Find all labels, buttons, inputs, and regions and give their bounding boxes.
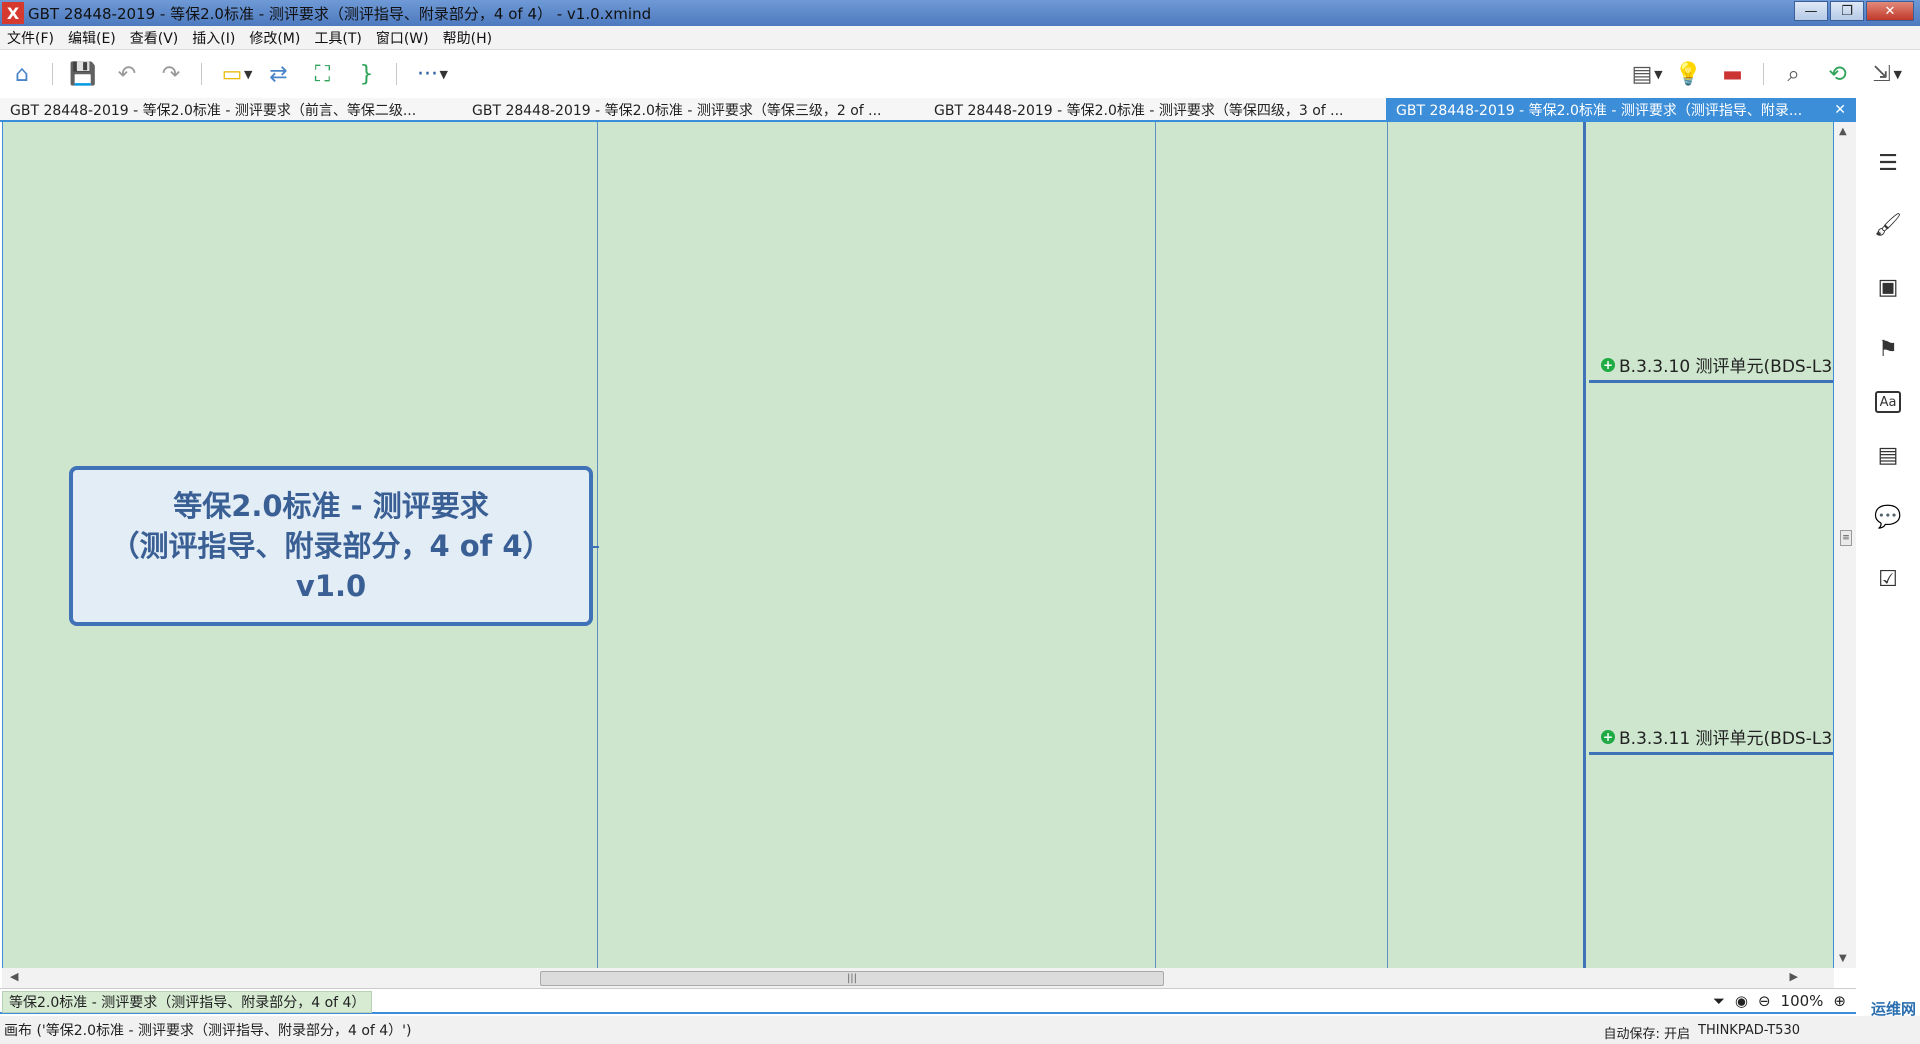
toolbar: ⌂ 💾 ↶ ↷ ▭ ▼ ⇄ ⛶ } ··· ▼ ▤ ▼ 💡 ▬ ⌕ ⟲ ⇲ ▼ (0, 50, 1920, 98)
maximize-button[interactable]: ❐ (1830, 1, 1864, 21)
subtopic-b3311[interactable]: + B.3.3.11 测评单元(BDS-L3-1 (1601, 724, 1834, 749)
idea-icon[interactable]: 💡 (1667, 54, 1711, 94)
menu-window[interactable]: 窗口(W) (369, 28, 436, 48)
share-icon[interactable]: ⟲ (1816, 54, 1860, 94)
eye-icon[interactable]: ◉ (1735, 992, 1748, 1010)
zoom-out-icon[interactable]: ⊖ (1758, 992, 1771, 1010)
toolbar-separator (396, 63, 398, 85)
notes-icon[interactable]: ▤ (1868, 435, 1908, 475)
window-title: GBT 28448-2019 - 等保2.0标准 - 测评要求（测评指导、附录部… (28, 4, 652, 23)
task-icon[interactable]: ☑ (1868, 559, 1908, 599)
tab-label: GBT 28448-2019 - 等保2.0标准 - 测评要求（前言、等保二级.… (10, 103, 417, 119)
menu-insert[interactable]: 插入(I) (185, 28, 242, 48)
menu-view[interactable]: 查看(V) (123, 28, 186, 48)
toolbar-separator (201, 63, 202, 85)
style-icon[interactable]: Aa (1875, 391, 1901, 413)
menu-help[interactable]: 帮助(H) (436, 28, 499, 48)
chevron-down-icon[interactable]: ▼ (1654, 68, 1662, 81)
scroll-down-icon[interactable]: ▼ (1839, 953, 1847, 964)
chevron-down-icon[interactable]: ▼ (439, 68, 447, 81)
save-icon[interactable]: 💾 (61, 54, 105, 94)
home-icon[interactable]: ⌂ (0, 54, 44, 94)
root-topic[interactable]: 等保2.0标准 - 测评要求 （测评指导、附录部分，4 of 4） v1.0 (69, 466, 593, 626)
vertical-scrollbar[interactable]: ▲ ≡ ▼ (1834, 122, 1856, 968)
menu-file[interactable]: 文件(F) (0, 28, 61, 48)
window-controls: — ❐ ✕ (1794, 1, 1914, 21)
boundary-line (1387, 122, 1388, 968)
close-button[interactable]: ✕ (1866, 1, 1914, 21)
sheet-tab[interactable]: 等保2.0标准 - 测评要求（测评指导、附录部分，4 of 4） (2, 991, 373, 1013)
document-tabs: GBT 28448-2019 - 等保2.0标准 - 测评要求（前言、等保二级.… (0, 98, 1856, 122)
relationship-icon[interactable]: ⇄ (256, 54, 300, 94)
expand-icon[interactable]: + (1601, 729, 1615, 744)
scroll-thumb[interactable]: ||| (540, 971, 1164, 986)
root-topic-line: v1.0 (295, 569, 367, 603)
marker-icon[interactable]: ⚑ (1868, 329, 1908, 369)
subtopic-b3310[interactable]: + B.3.3.10 测评单元(BDS-L3-1 (1601, 352, 1834, 377)
format-icon[interactable]: 🖌 (1868, 205, 1908, 245)
menu-bar: 文件(F) 编辑(E) 查看(V) 插入(I) 修改(M) 工具(T) 窗口(W… (0, 26, 1920, 50)
scroll-right-icon[interactable]: ▶ (1790, 970, 1798, 983)
filter-icon[interactable]: ⏷ (1713, 992, 1725, 1010)
branch-connector (1583, 122, 1586, 968)
machine-name: THINKPAD-T530 (1698, 1023, 1800, 1038)
image-icon[interactable]: ▣ (1868, 267, 1908, 307)
summary-icon[interactable]: } (344, 54, 388, 94)
boundary-line (597, 122, 598, 968)
menu-tools[interactable]: 工具(T) (307, 28, 368, 48)
root-topic-line: 等保2.0标准 - 测评要求 (173, 489, 489, 523)
tab-label: GBT 28448-2019 - 等保2.0标准 - 测评要求（等保四级，3 o… (934, 103, 1344, 119)
undo-icon[interactable]: ↶ (105, 54, 149, 94)
menu-edit[interactable]: 编辑(E) (61, 28, 123, 48)
root-connector (593, 546, 599, 548)
subtopic-label: B.3.3.11 测评单元(BDS-L3-1 (1619, 729, 1834, 749)
sheet-bar: 等保2.0标准 - 测评要求（测评指导、附录部分，4 of 4） ⏷ ◉ ⊖ 1… (0, 988, 1856, 1014)
right-sidebar: ☰ 🖌 ▣ ⚑ Aa ▤ 💬 ☑ (1856, 122, 1920, 988)
mindmap-canvas[interactable]: 等保2.0标准 - 测评要求 （测评指导、附录部分，4 of 4） v1.0 +… (2, 122, 1834, 968)
toolbar-right-group: ▤ ▼ 💡 ▬ ⌕ ⟲ ⇲ ▼ (1620, 54, 1906, 94)
chevron-down-icon[interactable]: ▼ (1894, 68, 1902, 81)
comments-icon[interactable]: 💬 (1868, 497, 1908, 537)
zoom-level: 100% (1780, 992, 1824, 1010)
gantt-icon[interactable]: ▬ (1711, 54, 1755, 94)
toolbar-separator (52, 63, 53, 85)
subtopic-label: B.3.3.10 测评单元(BDS-L3-1 (1619, 357, 1834, 377)
title-bar: X GBT 28448-2019 - 等保2.0标准 - 测评要求（测评指导、附… (0, 0, 1920, 26)
status-bar: 画布 ('等保2.0标准 - 测评要求（测评指导、附录部分，4 of 4）') … (0, 1016, 1920, 1044)
horizontal-scrollbar[interactable]: ◀ ||| ▶ (2, 968, 1834, 988)
scroll-thumb[interactable]: ≡ (1840, 530, 1852, 546)
scroll-up-icon[interactable]: ▲ (1839, 126, 1847, 137)
autosave-status: 自动保存: 开启 (1603, 1027, 1691, 1042)
tab-document-4[interactable]: GBT 28448-2019 - 等保2.0标准 - 测评要求（测评指导、附录.… (1386, 98, 1856, 122)
tab-document-3[interactable]: GBT 28448-2019 - 等保2.0标准 - 测评要求（等保四级，3 o… (924, 98, 1386, 122)
close-tab-icon[interactable]: ✕ (1834, 102, 1846, 118)
subtopic-underline (1589, 752, 1833, 755)
tab-label: GBT 28448-2019 - 等保2.0标准 - 测评要求（等保三级，2 o… (472, 103, 882, 119)
scroll-left-icon[interactable]: ◀ (10, 970, 18, 983)
menu-modify[interactable]: 修改(M) (242, 28, 307, 48)
boundary-line (1155, 122, 1156, 968)
sheet-tools: ⏷ ◉ ⊖ 100% ⊕ (1713, 992, 1846, 1010)
toolbar-separator (1762, 63, 1764, 85)
tab-document-1[interactable]: GBT 28448-2019 - 等保2.0标准 - 测评要求（前言、等保二级.… (0, 98, 462, 122)
outline-icon[interactable]: ☰ (1868, 143, 1908, 183)
status-text: 画布 ('等保2.0标准 - 测评要求（测评指导、附录部分，4 of 4）') (4, 1023, 412, 1039)
root-topic-line: （测评指导、附录部分，4 of 4） (110, 529, 552, 563)
tab-label: GBT 28448-2019 - 等保2.0标准 - 测评要求（测评指导、附录.… (1396, 103, 1803, 119)
zoom-in-icon[interactable]: ⊕ (1833, 992, 1846, 1010)
subtopic-underline (1589, 380, 1833, 383)
redo-icon[interactable]: ↷ (149, 54, 193, 94)
xmind-logo-icon: X (2, 2, 24, 24)
tab-document-2[interactable]: GBT 28448-2019 - 等保2.0标准 - 测评要求（等保三级，2 o… (462, 98, 924, 122)
minimize-button[interactable]: — (1794, 1, 1828, 21)
watermark-logo: 运维网 (1870, 1000, 1916, 1018)
boundary-icon[interactable]: ⛶ (300, 54, 344, 94)
expand-icon[interactable]: + (1601, 357, 1615, 372)
status-right: 自动保存: 开启 THINKPAD-T530 (1604, 1023, 1800, 1042)
chevron-down-icon[interactable]: ▼ (244, 68, 252, 81)
search-icon[interactable]: ⌕ (1772, 54, 1816, 94)
